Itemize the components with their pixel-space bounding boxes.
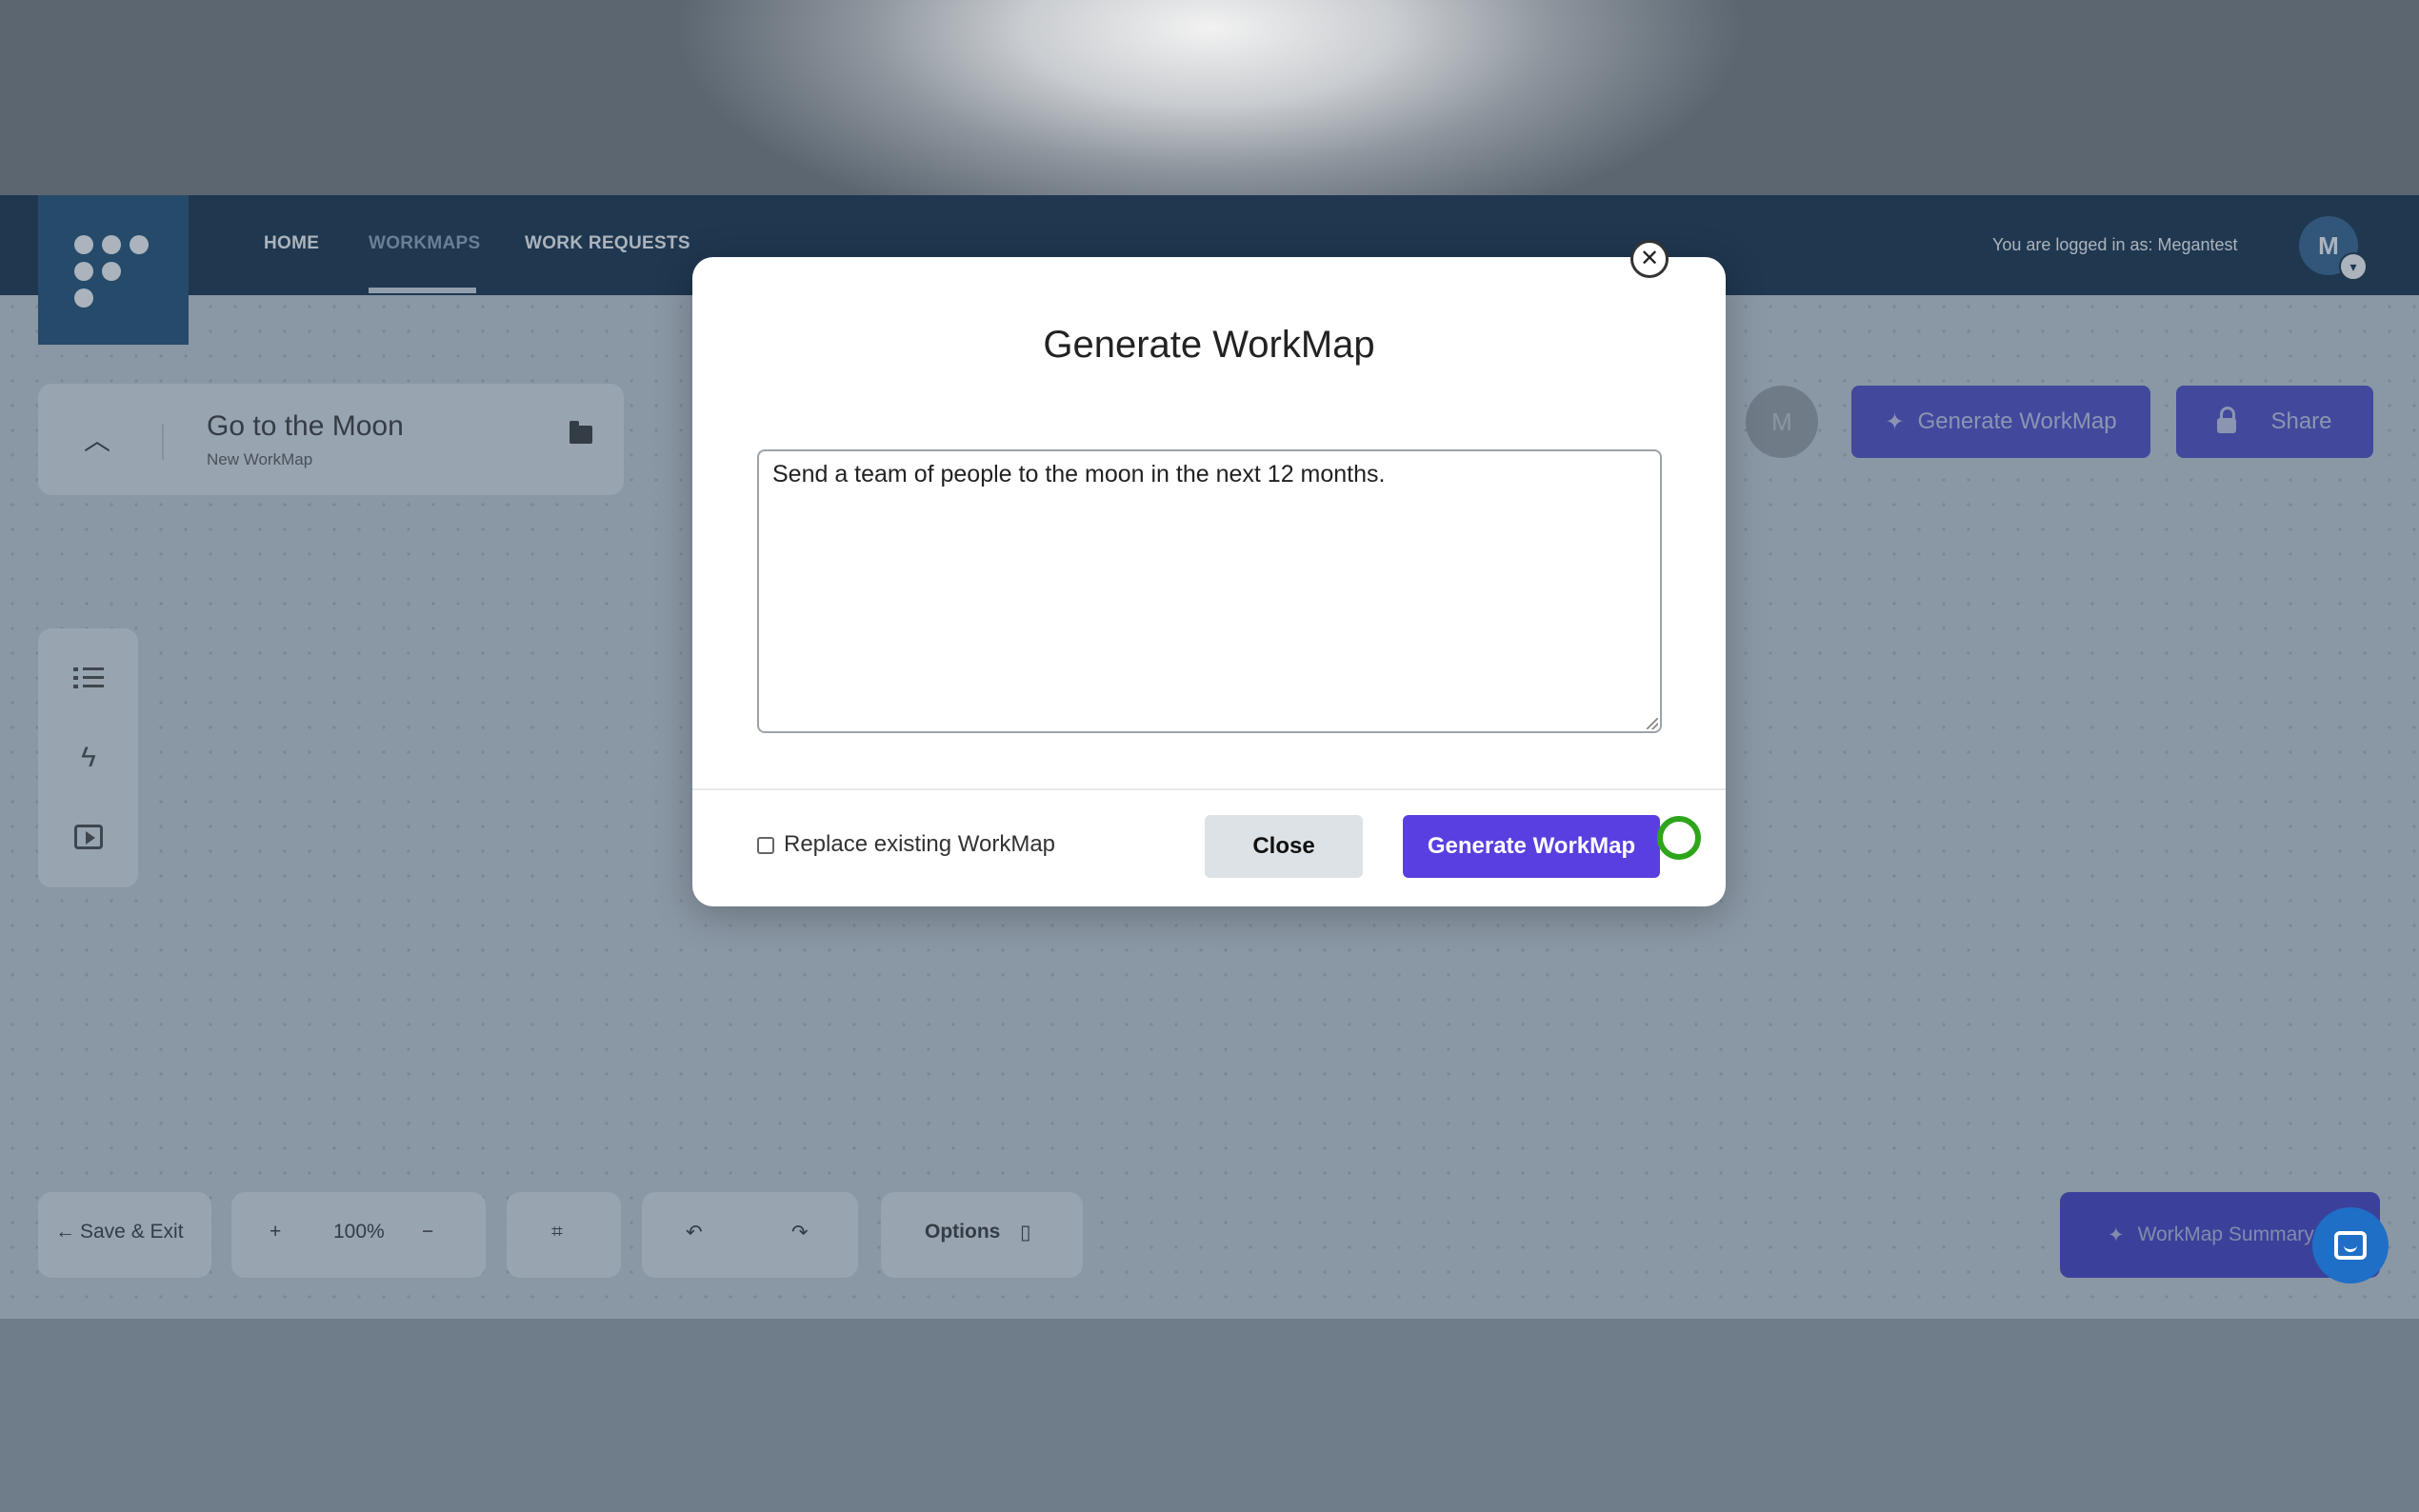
replace-existing-checkbox[interactable] (757, 837, 774, 854)
resize-handle[interactable] (1647, 718, 1658, 729)
prompt-textarea[interactable]: Send a team of people to the moon in the… (757, 449, 1662, 733)
backdrop-top (0, 0, 2419, 195)
dialog-title: Generate WorkMap (1043, 324, 1375, 366)
generate-workmap-dialog: ✕ Generate WorkMap Send a team of people… (692, 240, 1726, 906)
dialog-divider (692, 788, 1726, 790)
generate-workmap-submit-button[interactable]: Generate WorkMap (1403, 815, 1660, 878)
backdrop-bottom (0, 1319, 2419, 1512)
close-button[interactable]: Close (1205, 815, 1363, 878)
chat-support-button[interactable] (2312, 1207, 2389, 1283)
replace-existing-label[interactable]: Replace existing WorkMap (784, 831, 1055, 858)
chat-icon (2334, 1231, 2367, 1260)
click-indicator (1657, 816, 1701, 860)
close-icon[interactable]: ✕ (1630, 240, 1669, 278)
